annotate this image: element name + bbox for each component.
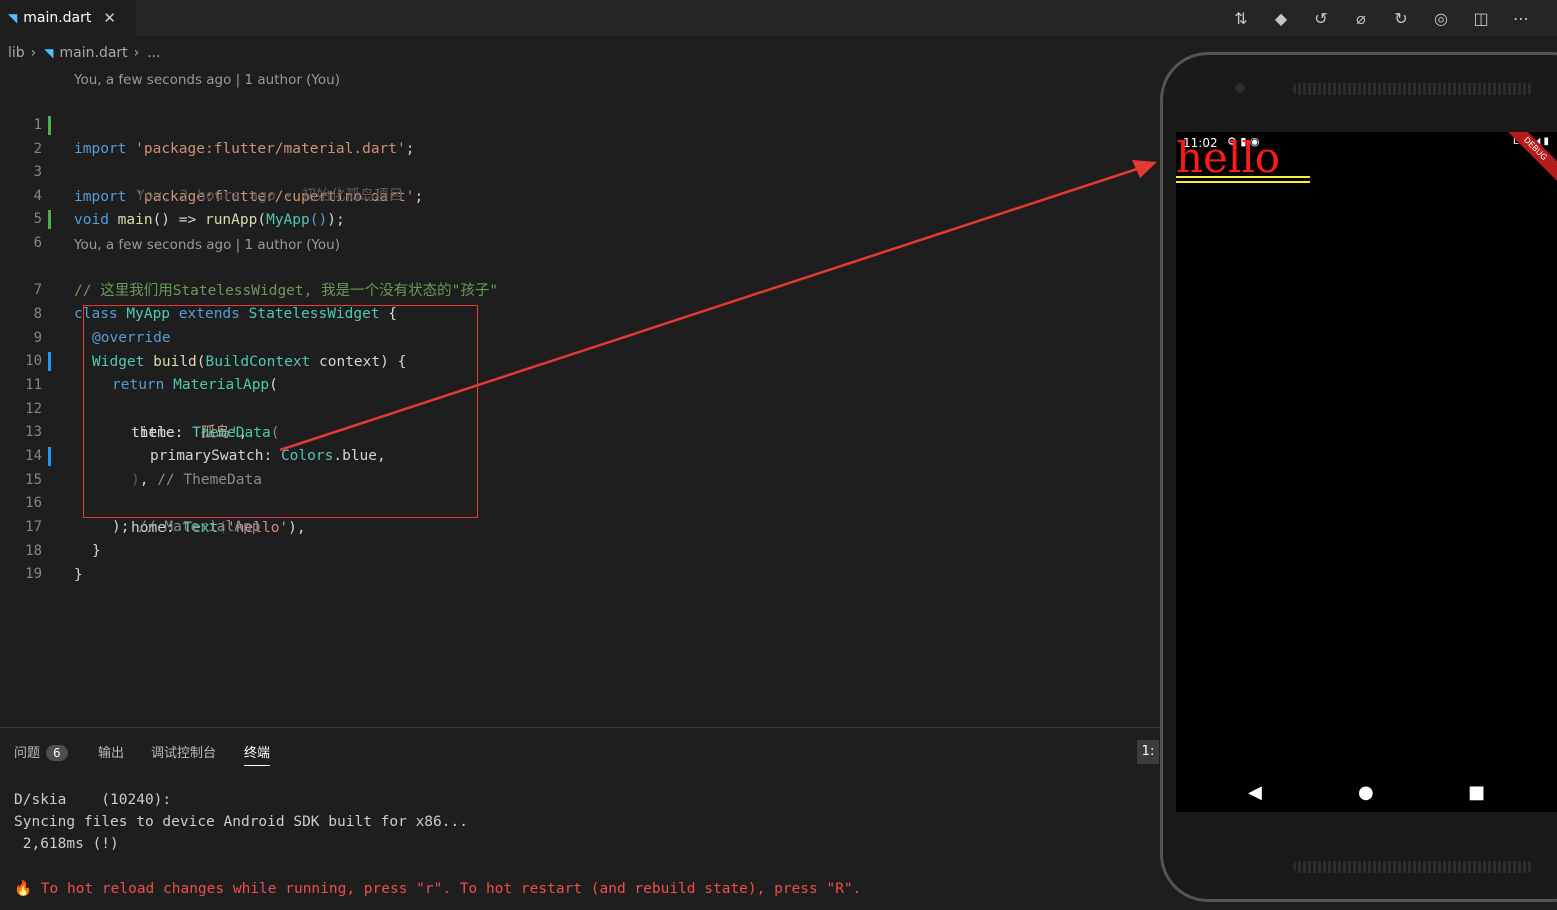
terminal-line: 2,618ms (!) (14, 836, 119, 852)
app-hello-text: hello (1176, 133, 1281, 182)
fire-icon: 🔥 (14, 881, 33, 897)
emulator-screen[interactable]: 11:02 ⚙ ▮ ◉ LTE ◢ ▮ DEBUG hello ◀ ● ■ (1176, 132, 1557, 812)
tab-terminal[interactable]: 终端 (244, 742, 271, 766)
tab-problems[interactable]: 问题 6 (14, 742, 68, 761)
tab-debug-console[interactable]: 调试控制台 (151, 742, 216, 761)
terminal-line: 🔥 To hot reload changes while running, p… (14, 881, 862, 897)
text-underline (1176, 181, 1310, 183)
tab-output[interactable]: 输出 (98, 742, 124, 761)
camera-icon (1235, 83, 1245, 93)
speaker-grille (1293, 83, 1533, 95)
terminal-line: Syncing files to device Android SDK buil… (14, 814, 468, 830)
problems-count-badge: 6 (46, 745, 68, 761)
bottom-panel: 问题 6 输出 调试控制台 终端 1: D/skia (10240): Synci… (0, 727, 1160, 910)
terminal-line: D/skia (10240): (14, 792, 172, 808)
terminal-selector[interactable]: 1: (1137, 740, 1159, 764)
home-nav-button[interactable]: ● (1358, 782, 1374, 803)
speaker-grille (1293, 861, 1533, 873)
recents-nav-button[interactable]: ■ (1468, 782, 1485, 803)
back-nav-button[interactable]: ◀ (1248, 782, 1262, 803)
text-underline (1176, 176, 1310, 178)
